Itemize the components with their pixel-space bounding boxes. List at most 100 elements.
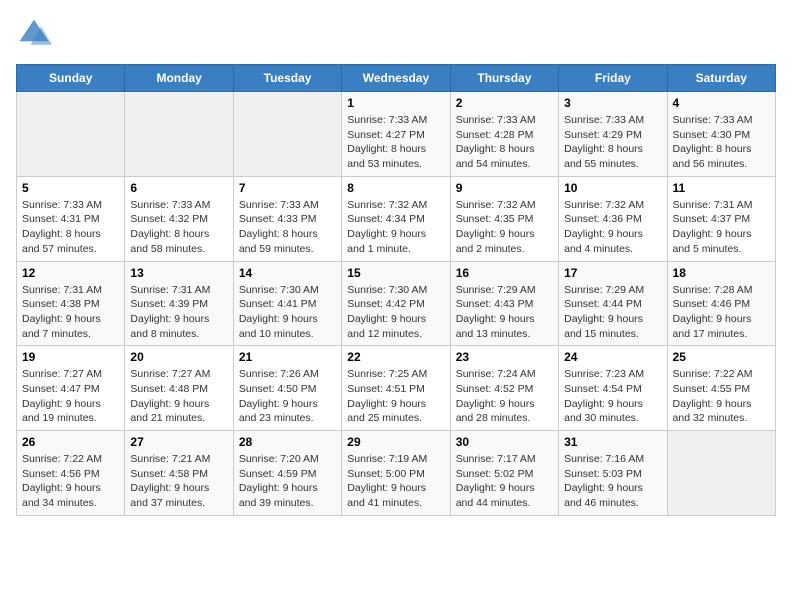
calendar-cell: 3 Sunrise: 7:33 AM Sunset: 4:29 PM Daylig…: [559, 92, 667, 177]
calendar-cell: 7 Sunrise: 7:33 AM Sunset: 4:33 PM Daylig…: [233, 176, 341, 261]
calendar-cell: 4 Sunrise: 7:33 AM Sunset: 4:30 PM Daylig…: [667, 92, 775, 177]
day-info: Sunrise: 7:21 AM Sunset: 4:58 PM Dayligh…: [130, 452, 227, 511]
day-number: 13: [130, 266, 227, 280]
day-number: 21: [239, 350, 336, 364]
day-number: 27: [130, 435, 227, 449]
weekday-header-monday: Monday: [125, 65, 233, 92]
day-info: Sunrise: 7:31 AM Sunset: 4:37 PM Dayligh…: [673, 198, 770, 257]
day-number: 25: [673, 350, 770, 364]
day-number: 11: [673, 181, 770, 195]
day-number: 15: [347, 266, 444, 280]
day-number: 30: [456, 435, 553, 449]
calendar-cell: 29Sunrise: 7:19 AM Sunset: 5:00 PM Dayli…: [342, 431, 450, 516]
day-info: Sunrise: 7:33 AM Sunset: 4:32 PM Dayligh…: [130, 198, 227, 257]
calendar-cell: 17 Sunrise: 7:29 AM Sunset: 4:44 PM Dayli…: [559, 261, 667, 346]
weekday-header-friday: Friday: [559, 65, 667, 92]
weekday-header-thursday: Thursday: [450, 65, 558, 92]
day-info: Sunrise: 7:33 AM Sunset: 4:27 PM Dayligh…: [347, 113, 444, 172]
day-info: Sunrise: 7:19 AM Sunset: 5:00 PM Dayligh…: [347, 452, 444, 511]
day-info: Sunrise: 7:31 AM Sunset: 4:38 PM Dayligh…: [22, 283, 119, 342]
day-info: Sunrise: 7:28 AM Sunset: 4:46 PM Dayligh…: [673, 283, 770, 342]
day-info: Sunrise: 7:24 AM Sunset: 4:52 PM Dayligh…: [456, 367, 553, 426]
day-info: Sunrise: 7:31 AM Sunset: 4:39 PM Dayligh…: [130, 283, 227, 342]
calendar-cell: 16 Sunrise: 7:29 AM Sunset: 4:43 PM Dayli…: [450, 261, 558, 346]
day-info: Sunrise: 7:33 AM Sunset: 4:33 PM Dayligh…: [239, 198, 336, 257]
day-number: 22: [347, 350, 444, 364]
calendar-cell: 24 Sunrise: 7:23 AM Sunset: 4:54 PM Dayli…: [559, 346, 667, 431]
day-info: Sunrise: 7:33 AM Sunset: 4:31 PM Dayligh…: [22, 198, 119, 257]
calendar-cell: 19Sunrise: 7:27 AM Sunset: 4:47 PM Dayli…: [17, 346, 125, 431]
day-info: Sunrise: 7:17 AM Sunset: 5:02 PM Dayligh…: [456, 452, 553, 511]
day-number: 3: [564, 96, 661, 110]
calendar-cell: [667, 431, 775, 516]
calendar-cell: 31 Sunrise: 7:16 AM Sunset: 5:03 PM Dayli…: [559, 431, 667, 516]
calendar-cell: 20 Sunrise: 7:27 AM Sunset: 4:48 PM Dayli…: [125, 346, 233, 431]
calendar-cell: 5 Sunrise: 7:33 AM Sunset: 4:31 PM Daylig…: [17, 176, 125, 261]
calendar-cell: 27 Sunrise: 7:21 AM Sunset: 4:58 PM Dayli…: [125, 431, 233, 516]
calendar-cell: 10Sunrise: 7:32 AM Sunset: 4:36 PM Dayli…: [559, 176, 667, 261]
day-number: 23: [456, 350, 553, 364]
calendar-cell: 28 Sunrise: 7:20 AM Sunset: 4:59 PM Dayli…: [233, 431, 341, 516]
calendar-cell: 15Sunrise: 7:30 AM Sunset: 4:42 PM Dayli…: [342, 261, 450, 346]
page-header: [16, 16, 776, 52]
calendar-cell: [125, 92, 233, 177]
day-number: 20: [130, 350, 227, 364]
calendar-cell: 11 Sunrise: 7:31 AM Sunset: 4:37 PM Dayli…: [667, 176, 775, 261]
calendar-cell: 22 Sunrise: 7:25 AM Sunset: 4:51 PM Dayli…: [342, 346, 450, 431]
day-info: Sunrise: 7:29 AM Sunset: 4:44 PM Dayligh…: [564, 283, 661, 342]
day-number: 1: [347, 96, 444, 110]
calendar-table: SundayMondayTuesdayWednesdayThursdayFrid…: [16, 64, 776, 516]
day-number: 9: [456, 181, 553, 195]
day-info: Sunrise: 7:32 AM Sunset: 4:34 PM Dayligh…: [347, 198, 444, 257]
calendar-cell: 30 Sunrise: 7:17 AM Sunset: 5:02 PM Dayli…: [450, 431, 558, 516]
day-info: Sunrise: 7:20 AM Sunset: 4:59 PM Dayligh…: [239, 452, 336, 511]
day-number: 28: [239, 435, 336, 449]
day-info: Sunrise: 7:27 AM Sunset: 4:48 PM Dayligh…: [130, 367, 227, 426]
weekday-header-saturday: Saturday: [667, 65, 775, 92]
logo: [16, 16, 56, 52]
day-number: 16: [456, 266, 553, 280]
day-number: 19: [22, 350, 119, 364]
calendar-cell: 6 Sunrise: 7:33 AM Sunset: 4:32 PM Daylig…: [125, 176, 233, 261]
weekday-header-sunday: Sunday: [17, 65, 125, 92]
calendar-cell: 25 Sunrise: 7:22 AM Sunset: 4:55 PM Dayli…: [667, 346, 775, 431]
calendar-cell: 21 Sunrise: 7:26 AM Sunset: 4:50 PM Dayli…: [233, 346, 341, 431]
day-info: Sunrise: 7:23 AM Sunset: 4:54 PM Dayligh…: [564, 367, 661, 426]
calendar-cell: 13 Sunrise: 7:31 AM Sunset: 4:39 PM Dayli…: [125, 261, 233, 346]
day-number: 14: [239, 266, 336, 280]
day-number: 17: [564, 266, 661, 280]
day-number: 31: [564, 435, 661, 449]
day-info: Sunrise: 7:16 AM Sunset: 5:03 PM Dayligh…: [564, 452, 661, 511]
day-number: 4: [673, 96, 770, 110]
calendar-cell: 18 Sunrise: 7:28 AM Sunset: 4:46 PM Dayli…: [667, 261, 775, 346]
day-number: 2: [456, 96, 553, 110]
calendar-cell: 26 Sunrise: 7:22 AM Sunset: 4:56 PM Dayli…: [17, 431, 125, 516]
calendar-cell: 14Sunrise: 7:30 AM Sunset: 4:41 PM Dayli…: [233, 261, 341, 346]
day-number: 18: [673, 266, 770, 280]
day-number: 26: [22, 435, 119, 449]
day-info: Sunrise: 7:33 AM Sunset: 4:28 PM Dayligh…: [456, 113, 553, 172]
calendar-cell: 1 Sunrise: 7:33 AM Sunset: 4:27 PM Daylig…: [342, 92, 450, 177]
day-info: Sunrise: 7:26 AM Sunset: 4:50 PM Dayligh…: [239, 367, 336, 426]
day-info: Sunrise: 7:29 AM Sunset: 4:43 PM Dayligh…: [456, 283, 553, 342]
day-info: Sunrise: 7:33 AM Sunset: 4:29 PM Dayligh…: [564, 113, 661, 172]
day-number: 6: [130, 181, 227, 195]
weekday-header-wednesday: Wednesday: [342, 65, 450, 92]
day-number: 8: [347, 181, 444, 195]
day-info: Sunrise: 7:22 AM Sunset: 4:55 PM Dayligh…: [673, 367, 770, 426]
day-number: 5: [22, 181, 119, 195]
weekday-header-tuesday: Tuesday: [233, 65, 341, 92]
day-number: 12: [22, 266, 119, 280]
day-info: Sunrise: 7:32 AM Sunset: 4:36 PM Dayligh…: [564, 198, 661, 257]
calendar-cell: 9Sunrise: 7:32 AM Sunset: 4:35 PM Daylig…: [450, 176, 558, 261]
calendar-cell: [17, 92, 125, 177]
day-number: 7: [239, 181, 336, 195]
day-info: Sunrise: 7:25 AM Sunset: 4:51 PM Dayligh…: [347, 367, 444, 426]
calendar-cell: 8 Sunrise: 7:32 AM Sunset: 4:34 PM Daylig…: [342, 176, 450, 261]
day-number: 24: [564, 350, 661, 364]
calendar-cell: 12 Sunrise: 7:31 AM Sunset: 4:38 PM Dayli…: [17, 261, 125, 346]
logo-icon: [16, 16, 52, 52]
calendar-cell: 23 Sunrise: 7:24 AM Sunset: 4:52 PM Dayli…: [450, 346, 558, 431]
day-info: Sunrise: 7:22 AM Sunset: 4:56 PM Dayligh…: [22, 452, 119, 511]
day-info: Sunrise: 7:33 AM Sunset: 4:30 PM Dayligh…: [673, 113, 770, 172]
